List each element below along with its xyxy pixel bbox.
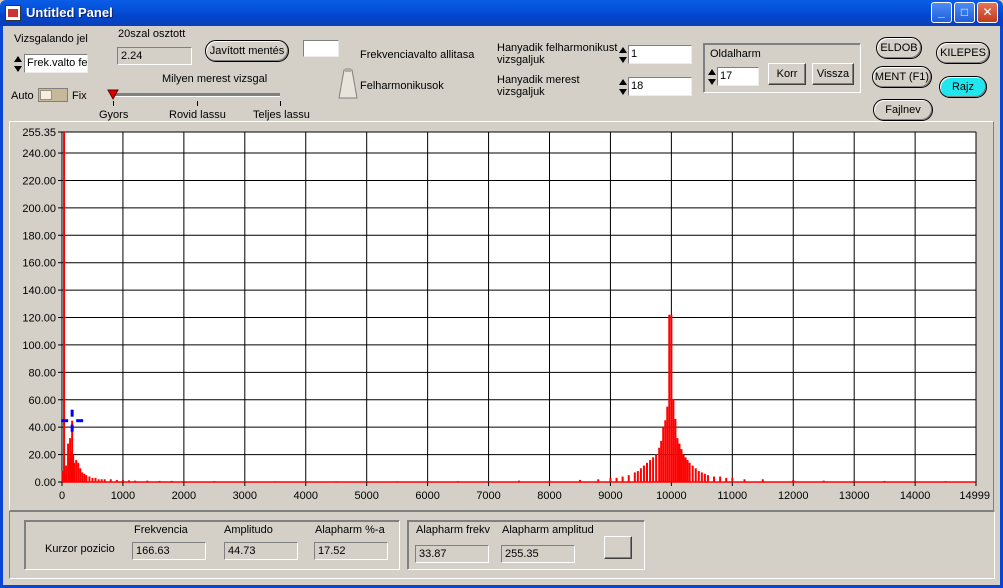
spectrum-graph[interactable]: 0.00 20.00 40.00 60.00 80.00 100.00 120.00 140.… [9, 121, 994, 511]
vissza-button[interactable]: Vissza [812, 63, 854, 85]
fajlnev-button[interactable]: Fajlnev [873, 99, 933, 121]
auto-label: Auto [11, 90, 34, 102]
hanyadik-felh-label: Hanyadik felharmonikust [497, 42, 618, 54]
frekvencia-value: 166.63 [132, 542, 206, 560]
alapharm-pct-value: 17.52 [314, 542, 388, 560]
hanyadik-meres-spin-icon[interactable] [619, 78, 627, 96]
alapharm-amp-value: 255.35 [501, 545, 575, 563]
x-tick-label: 8000 [537, 490, 561, 502]
vizsgalando-label: Vizsgalando jel [14, 33, 88, 45]
slider-tick-gyors: Gyors [99, 109, 129, 121]
y-tick-label: 180.00 [22, 230, 56, 242]
slider-tick [280, 101, 281, 106]
x-tick-label: 12000 [778, 490, 809, 502]
x-tick-label: 1000 [111, 490, 135, 502]
hanyadik-felh-label-2: vizsgaljuk [497, 54, 545, 66]
blank-button[interactable] [604, 536, 632, 559]
minimize-button[interactable]: _ [931, 2, 952, 23]
x-tick-label: 6000 [415, 490, 439, 502]
close-button[interactable]: ✕ [977, 2, 998, 23]
ment-button[interactable]: MENT (F1) [872, 66, 932, 88]
vizsgalando-field[interactable]: Frek.valto fe [24, 54, 88, 73]
x-axis: 0 1000 2000 3000 4000 5000 6000 7000 8000 9000 100… [59, 482, 990, 502]
x-tick-label: 13000 [839, 490, 870, 502]
x-tick-label: 10000 [656, 490, 687, 502]
frekvencia-label: Frekvenciavalto allitasa [360, 49, 475, 61]
x-tick-label: 2000 [172, 490, 196, 502]
x-tick-label: 4000 [294, 490, 318, 502]
y-tick-label: 255.35 [22, 127, 56, 139]
y-tick-label: 240.00 [22, 148, 56, 160]
title-bar: Untitled Panel _ □ ✕ [0, 0, 1003, 26]
window-title: Untitled Panel [26, 5, 113, 20]
x-tick-label: 7000 [476, 490, 500, 502]
y-tick-label: 200.00 [22, 203, 56, 215]
y-tick-label: 60.00 [28, 395, 56, 407]
korr-button[interactable]: Korr [768, 63, 806, 85]
x-tick-label: 3000 [233, 490, 257, 502]
x-tick-label: 14000 [900, 490, 931, 502]
toggle-knob [40, 90, 52, 100]
y-tick-label: 160.00 [22, 258, 56, 270]
hanyadik-meres-field[interactable]: 18 [628, 77, 692, 96]
spectrum-chart[interactable]: 0.00 20.00 40.00 60.00 80.00 100.00 120.00 140.… [10, 122, 993, 510]
amplitudo-value: 44.73 [224, 542, 298, 560]
oldalharm-field[interactable]: 17 [717, 67, 759, 86]
frekvencia-head: Frekvencia [134, 524, 188, 536]
x-tick-label: 5000 [354, 490, 378, 502]
hanyadik-felh-spin-icon[interactable] [619, 46, 627, 64]
x-tick-label: 11000 [717, 490, 747, 502]
amplitudo-head: Amplitudo [224, 524, 273, 536]
kurzor-label: Kurzor pozicio [45, 543, 115, 555]
javitott-mentes-button[interactable]: Javított mentés [205, 40, 289, 62]
slider-track[interactable] [112, 93, 280, 97]
y-tick-label: 120.00 [22, 313, 56, 325]
osztott-value: 2.24 [117, 47, 192, 65]
fix-label: Fix [72, 90, 87, 102]
y-tick-label: 220.00 [22, 175, 56, 187]
maximize-button[interactable]: □ [954, 2, 975, 23]
auto-fix-toggle[interactable] [38, 88, 68, 102]
toggle-switch-icon[interactable] [337, 66, 359, 102]
slider-tick [197, 101, 198, 106]
slider-tick-rovid: Rovid lassu [169, 109, 226, 121]
y-axis: 0.00 20.00 40.00 60.00 80.00 100.00 120.00 140.… [22, 127, 62, 489]
y-tick-label: 0.00 [35, 477, 56, 489]
felharmonikusok-label: Felharmonikusok [360, 80, 444, 92]
vizsgalando-spin-icon[interactable] [14, 55, 22, 73]
x-tick-label: 0 [59, 490, 65, 502]
hanyadik-felh-field[interactable]: 1 [628, 45, 692, 64]
app-icon [5, 5, 21, 21]
slider-thumb-icon[interactable] [107, 89, 119, 101]
y-tick-label: 140.00 [22, 285, 56, 297]
y-tick-label: 40.00 [28, 422, 56, 434]
eldob-button[interactable]: ELDOB [876, 37, 922, 59]
osztott-label: 20szal osztott [118, 28, 186, 40]
slider-tick-teljes: Teljes lassu [253, 109, 310, 121]
plot-area [61, 131, 977, 483]
y-tick-label: 100.00 [22, 340, 56, 352]
hanyadik-meres-label-2: vizsgaljuk [497, 86, 545, 98]
alapharm-pct-head: Alapharm %-a [315, 524, 385, 536]
alapharm-amp-head: Alapharm amplitud [502, 524, 594, 536]
slider-tick [113, 101, 114, 106]
milyen-label: Milyen merest vizsgal [162, 73, 268, 85]
oldalharm-spin-icon[interactable] [708, 68, 716, 86]
alapharm-frekv-head: Alapharm frekv [416, 524, 490, 536]
kilepes-button[interactable]: KILEPES [936, 42, 990, 64]
x-tick-label: 9000 [598, 490, 622, 502]
y-tick-label: 80.00 [28, 367, 56, 379]
alapharm-frekv-value: 33.87 [415, 545, 489, 563]
small-input[interactable] [303, 40, 339, 57]
oldalharm-label: Oldalharm [710, 48, 761, 60]
y-tick-label: 20.00 [28, 450, 56, 462]
hanyadik-meres-label: Hanyadik merest [497, 74, 580, 86]
rajz-button[interactable]: Rajz [939, 76, 987, 98]
x-tick-label: 14999 [959, 490, 990, 502]
